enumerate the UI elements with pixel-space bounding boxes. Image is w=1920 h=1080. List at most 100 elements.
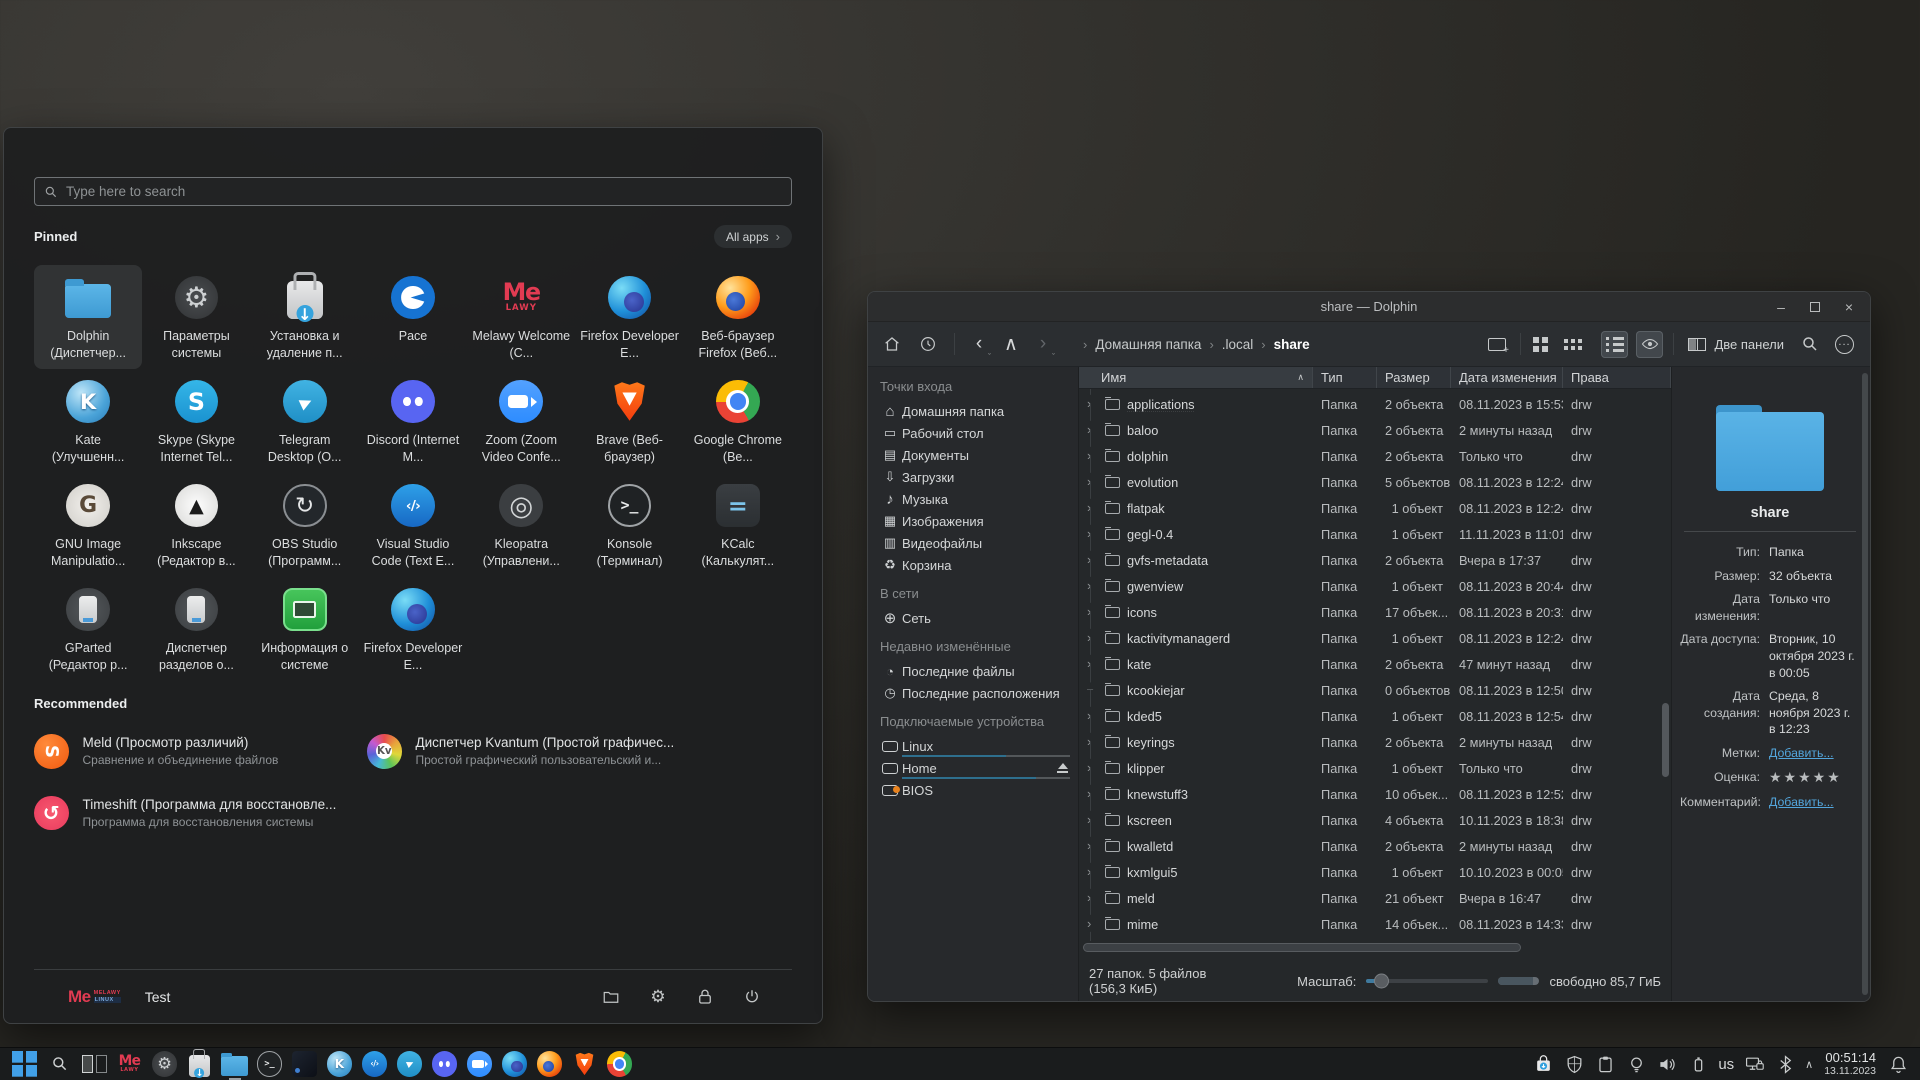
table-row[interactable]: kwalletdПапка2 объекта2 минуты назадdrw <box>1079 833 1671 859</box>
taskbar-app-brave[interactable] <box>567 1048 602 1080</box>
expand-chevron-icon[interactable] <box>1079 859 1105 885</box>
expand-chevron-icon[interactable] <box>1079 677 1105 703</box>
recommended-app-meld[interactable]: Meld (Просмотр различий)Сравнение и объе… <box>34 734 367 769</box>
expand-chevron-icon[interactable] <box>1079 521 1105 547</box>
bluetooth-icon[interactable] <box>1774 1053 1796 1075</box>
pinned-app-kcalc[interactable]: KCalc (Калькулят... <box>684 473 792 577</box>
table-row[interactable]: kscreenПапка4 объекта10.11.2023 в 18:38d… <box>1079 807 1671 833</box>
expand-chevron-icon[interactable] <box>1079 911 1105 937</box>
pinned-app-discord[interactable]: Discord (Internet M... <box>359 369 467 473</box>
volume-icon[interactable] <box>1656 1053 1678 1075</box>
taskbar-app-dolphin[interactable] <box>217 1048 252 1080</box>
expand-chevron-icon[interactable] <box>1079 547 1105 573</box>
overflow-menu-button[interactable]: ... <box>1831 331 1858 358</box>
pinned-app-kate[interactable]: Kate (Улучшенн... <box>34 369 142 473</box>
forward-button[interactable]: ›ˇ <box>1033 333 1053 355</box>
expand-chevron-icon[interactable] <box>1079 729 1105 755</box>
expand-chevron-icon[interactable] <box>1079 443 1105 469</box>
pinned-app-gparted[interactable]: GParted (Редактор р... <box>34 577 142 681</box>
table-row[interactable]: klipperПапка1 объектТолько чтоdrw <box>1079 755 1671 781</box>
taskbar-app-vscode[interactable] <box>357 1048 392 1080</box>
minimize-button[interactable]: – <box>1774 300 1788 314</box>
places-item-desktop[interactable]: Рабочий стол <box>878 422 1078 444</box>
home-icon[interactable] <box>880 332 904 356</box>
taskbar-app-konsole[interactable] <box>252 1048 287 1080</box>
expand-chevron-icon[interactable] <box>1079 573 1105 599</box>
recommended-app-timeshift[interactable]: Timeshift (Программа для восстановле...П… <box>34 796 367 831</box>
places-item-drive-boot[interactable]: BIOS <box>878 779 1078 801</box>
breadcrumb[interactable]: ›Домашняя папка›.local›share <box>1075 337 1310 352</box>
add-link[interactable]: Добавить... <box>1769 794 1860 811</box>
pinned-app-sysinfo[interactable]: Информация о системе <box>251 577 359 681</box>
expand-chevron-icon[interactable] <box>1079 781 1105 807</box>
vertical-scrollbar[interactable] <box>1662 703 1669 777</box>
taskbar-app-discover[interactable] <box>182 1048 217 1080</box>
details-view-button[interactable] <box>1601 331 1628 358</box>
security-shield-icon[interactable] <box>1563 1053 1585 1075</box>
pinned-app-gimp[interactable]: GNU Image Manipulatio... <box>34 473 142 577</box>
table-row[interactable]: gwenviewПапка1 объект08.11.2023 в 20:44d… <box>1079 573 1671 599</box>
table-row[interactable]: dolphinПапка2 объектаТолько чтоdrw <box>1079 443 1671 469</box>
up-button[interactable]: ∧ <box>1001 333 1021 356</box>
breadcrumb-item[interactable]: Домашняя папка <box>1095 337 1201 352</box>
taskbar-app-chrome[interactable] <box>602 1048 637 1080</box>
notifications-icon[interactable] <box>1887 1053 1909 1075</box>
places-item-downloads[interactable]: Загрузки <box>878 466 1078 488</box>
user-home-icon[interactable] <box>916 332 940 356</box>
compact-view-button[interactable] <box>1566 331 1593 358</box>
places-item-music[interactable]: Музыка <box>878 488 1078 510</box>
table-row[interactable]: flatpakПапка1 объект08.11.2023 в 12:24dr… <box>1079 495 1671 521</box>
expand-chevron-icon[interactable] <box>1079 833 1105 859</box>
expand-chevron-icon[interactable] <box>1079 495 1105 521</box>
expand-chevron-icon[interactable] <box>1079 807 1105 833</box>
display-lock-icon[interactable] <box>1743 1053 1765 1075</box>
taskbar-app-firefox-developer[interactable] <box>497 1048 532 1080</box>
table-row[interactable]: applicationsПапка2 объекта08.11.2023 в 1… <box>1079 391 1671 417</box>
discover-update-icon[interactable] <box>1532 1053 1554 1075</box>
taskbar-app-discord[interactable] <box>427 1048 462 1080</box>
pinned-app-system-settings[interactable]: Параметры системы <box>142 265 250 369</box>
taskbar-app-firefox[interactable] <box>532 1048 567 1080</box>
pinned-app-chrome[interactable]: Google Chrome (Be... <box>684 369 792 473</box>
preview-eye-button[interactable] <box>1636 331 1663 358</box>
eject-icon[interactable] <box>1057 763 1068 773</box>
rating-stars[interactable]: ★★★★★ <box>1769 769 1860 788</box>
taskbar-app-virtual-desktops[interactable] <box>77 1048 112 1080</box>
table-row[interactable]: balooПапка2 объекта2 минуты назадdrw <box>1079 417 1671 443</box>
pinned-app-vscode[interactable]: Visual Studio Code (Text E... <box>359 473 467 577</box>
expand-tray-caret-icon[interactable]: ∧ <box>1805 1058 1813 1071</box>
breadcrumb-item[interactable]: share <box>1274 337 1310 352</box>
battery-icon[interactable] <box>1687 1053 1709 1075</box>
taskbar-app-system-settings[interactable] <box>147 1048 182 1080</box>
column-header-type[interactable]: Тип <box>1313 367 1377 388</box>
taskbar-app-melawy-welcome[interactable] <box>112 1048 147 1080</box>
pinned-app-konsole[interactable]: Konsole (Терминал) <box>575 473 683 577</box>
taskbar-app-kate[interactable] <box>322 1048 357 1080</box>
lock-icon[interactable] <box>695 987 715 1007</box>
zoom-slider[interactable] <box>1366 979 1488 983</box>
table-row[interactable]: keyringsПапка2 объекта2 минуты назадdrw <box>1079 729 1671 755</box>
places-item-recent-locations[interactable]: Последние расположения <box>878 682 1078 704</box>
pinned-app-skype[interactable]: Skype (Skype Internet Tel... <box>142 369 250 473</box>
column-header-permissions[interactable]: Права <box>1563 367 1671 388</box>
expand-chevron-icon[interactable] <box>1079 391 1105 417</box>
pinned-app-melawy[interactable]: Melawy Welcome (C... <box>467 265 575 369</box>
pinned-app-telegram[interactable]: Telegram Desktop (O... <box>251 369 359 473</box>
taskbar-app-dark-app[interactable] <box>287 1048 322 1080</box>
settings-gear-icon[interactable]: ⚙ <box>648 987 668 1007</box>
pinned-app-kleopatra[interactable]: Kleopatra (Управлени... <box>467 473 575 577</box>
expand-chevron-icon[interactable] <box>1079 469 1105 495</box>
places-item-videos[interactable]: Видеофайлы <box>878 532 1078 554</box>
places-item-trash[interactable]: Корзина <box>878 554 1078 576</box>
taskbar-app-start-menu[interactable] <box>7 1048 42 1080</box>
table-row[interactable]: iconsПапка17 объек...08.11.2023 в 20:31d… <box>1079 599 1671 625</box>
table-row[interactable]: mimeПапка14 объек...08.11.2023 в 14:33dr… <box>1079 911 1671 937</box>
add-link[interactable]: Добавить... <box>1769 745 1860 762</box>
expand-chevron-icon[interactable] <box>1079 755 1105 781</box>
table-row[interactable]: kactivitymanagerdПапка1 объект08.11.2023… <box>1079 625 1671 651</box>
clipboard-icon[interactable] <box>1594 1053 1616 1075</box>
expand-chevron-icon[interactable] <box>1079 703 1105 729</box>
expand-chevron-icon[interactable] <box>1079 417 1105 443</box>
taskbar-app-search[interactable] <box>42 1048 77 1080</box>
column-header-size[interactable]: Размер <box>1377 367 1451 388</box>
